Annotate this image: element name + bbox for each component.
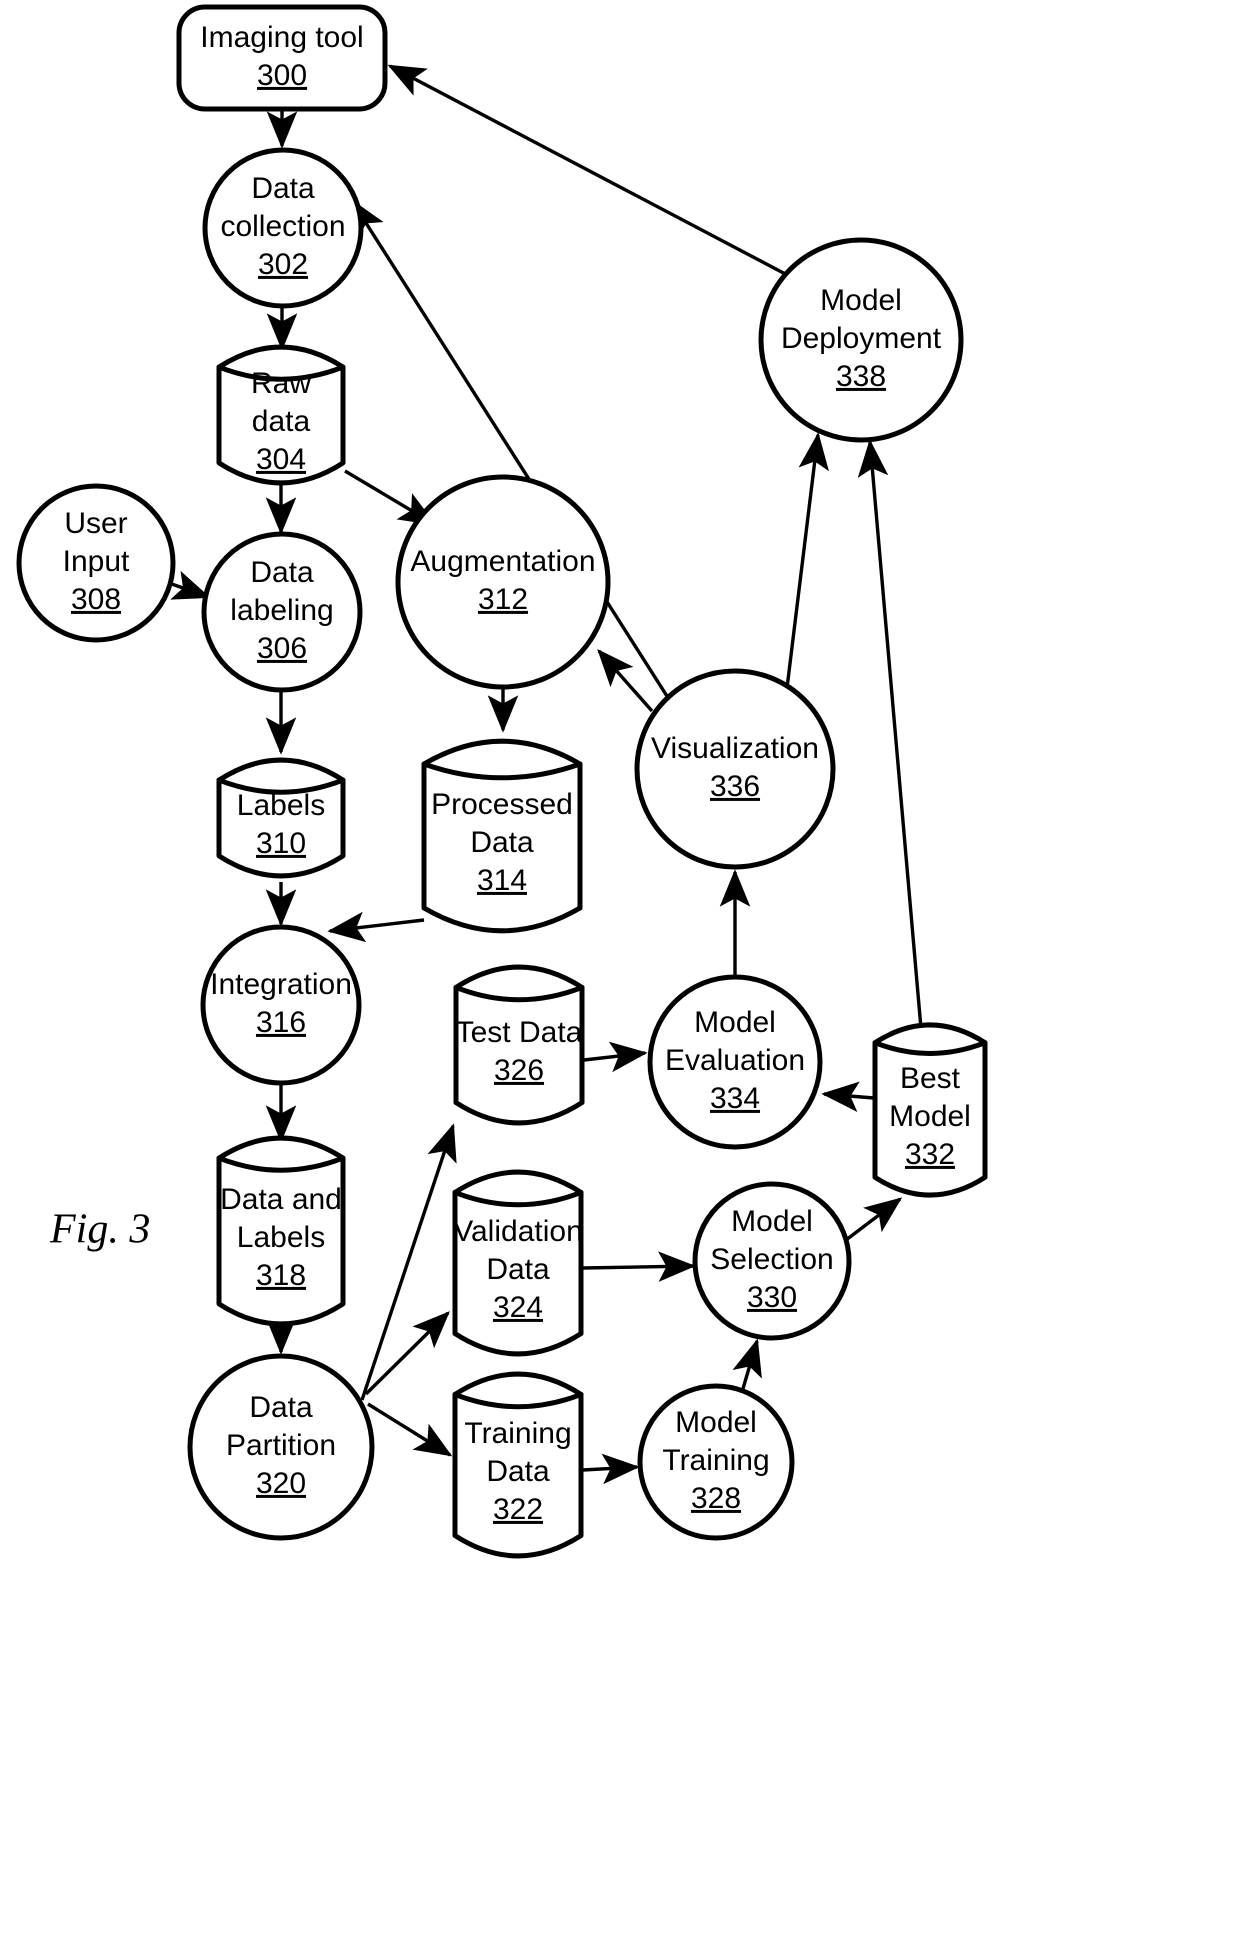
node-data_and_labels[interactable]: Data and Labels 318	[216, 1135, 346, 1327]
edge-test_data-to-model_evaluation	[583, 1041, 648, 1073]
node-label-data_collection: collection	[220, 210, 345, 243]
node-label-model_deployment: Model	[820, 284, 902, 317]
node-label-processed_data: Processed	[431, 788, 573, 821]
edge-model_evaluation-to-model_deployment	[857, 439, 924, 1041]
edge-validation_data-to-model_selection	[582, 1251, 696, 1282]
node-model_evaluation[interactable]: Model Evaluation 334	[647, 974, 823, 1150]
node-model_deployment[interactable]: Model Deployment 338	[758, 237, 964, 443]
node-label-labels: Labels	[237, 789, 325, 822]
node-training_data[interactable]: Training Data 322	[452, 1371, 584, 1559]
edge-visualization-to-model_deployment	[785, 432, 829, 689]
flowchart-canvas: Imaging tool 300 Data collection 302 Raw data 3…	[16, 4, 988, 1559]
node-label-data_partition: Data	[249, 1391, 313, 1424]
node-ref-test_data: 326	[494, 1054, 544, 1087]
edge-data_partition-to-test_data	[360, 1123, 457, 1401]
node-label-model_selection: Model	[731, 1205, 813, 1238]
node-label-model_evaluation: Model	[694, 1006, 776, 1039]
node-imaging_tool[interactable]: Imaging tool 300	[176, 4, 388, 112]
node-ref-validation_data: 324	[493, 1291, 543, 1324]
node-ref-data_labeling: 306	[257, 632, 307, 665]
node-label-data_labeling: Data	[250, 556, 314, 589]
node-data_labeling[interactable]: Data labeling 306	[201, 531, 363, 693]
node-visualization[interactable]: Visualization 336	[634, 668, 836, 870]
node-processed_data[interactable]: Processed Data 314	[421, 738, 583, 934]
node-label-imaging_tool: Imaging tool	[200, 21, 363, 54]
node-model_selection[interactable]: Model Selection 330	[692, 1181, 852, 1341]
node-ref-labels: 310	[256, 827, 306, 860]
node-ref-model_training: 328	[691, 1482, 741, 1515]
node-test_data[interactable]: Test Data 326	[453, 964, 585, 1126]
node-ref-data_collection: 302	[258, 248, 308, 281]
node-ref-model_selection: 330	[747, 1281, 797, 1314]
node-label-augmentation: Augmentation	[410, 545, 595, 578]
node-label-data_partition: Partition	[226, 1429, 336, 1462]
node-integration[interactable]: Integration 316	[200, 924, 362, 1086]
edge-best_model-to-model_evaluation	[821, 1081, 875, 1113]
edge-model_training-to-model_selection	[732, 1338, 762, 1393]
node-label-user_input: Input	[63, 545, 130, 578]
node-validation_data[interactable]: Validation Data 324	[452, 1169, 584, 1357]
node-label-model_selection: Selection	[710, 1243, 833, 1276]
node-label-data_collection: Data	[251, 172, 315, 205]
node-raw_data[interactable]: Raw data 304	[216, 344, 346, 486]
node-label-user_input: User	[64, 507, 127, 540]
edge-user_input-to-data_labeling	[168, 570, 211, 600]
patent-figure-3: Imaging tool 300 Data collection 302 Raw data 3…	[0, 0, 1240, 1942]
node-data_partition[interactable]: Data Partition 320	[187, 1353, 375, 1541]
node-label-raw_data: Raw	[251, 367, 311, 400]
edge-model_selection-to-best_model	[844, 1197, 903, 1242]
node-label-integration: Integration	[210, 968, 352, 1001]
node-ref-training_data: 322	[493, 1493, 543, 1526]
node-ref-data_and_labels: 318	[256, 1259, 306, 1292]
node-label-validation_data: Validation	[453, 1215, 583, 1248]
node-data_collection[interactable]: Data collection 302	[202, 147, 364, 309]
edge-data_partition-to-training_data	[367, 1402, 453, 1457]
node-ref-processed_data: 314	[477, 864, 527, 897]
node-label-data_labeling: labeling	[230, 594, 333, 627]
node-label-data_and_labels: Data and	[220, 1183, 342, 1216]
node-augmentation[interactable]: Augmentation 312	[395, 474, 611, 690]
node-labels[interactable]: Labels 310	[216, 757, 346, 879]
node-ref-visualization: 336	[710, 770, 760, 803]
node-ref-user_input: 308	[71, 583, 121, 616]
figure-caption: Fig. 3	[49, 1207, 150, 1253]
edge-model_deployment-to-imaging_tool	[387, 64, 794, 280]
node-ref-best_model: 332	[905, 1138, 955, 1171]
node-label-model_deployment: Deployment	[781, 322, 942, 355]
node-ref-augmentation: 312	[478, 583, 528, 616]
node-ref-model_evaluation: 334	[710, 1082, 760, 1115]
node-label-best_model: Model	[889, 1100, 971, 1133]
node-ref-raw_data: 304	[256, 443, 306, 476]
node-label-model_training: Training	[662, 1444, 769, 1477]
node-best_model[interactable]: Best Model 332	[872, 1022, 988, 1198]
node-label-test_data: Test Data	[456, 1016, 583, 1049]
edge-training_data-to-model_training	[582, 1453, 640, 1485]
node-label-data_and_labels: Labels	[237, 1221, 325, 1254]
node-ref-imaging_tool: 300	[257, 59, 307, 92]
node-label-model_evaluation: Evaluation	[665, 1044, 805, 1077]
node-ref-model_deployment: 338	[836, 360, 886, 393]
node-label-validation_data: Data	[486, 1253, 550, 1286]
node-label-raw_data: data	[252, 405, 311, 438]
edge-processed_data-to-integration	[327, 911, 425, 943]
node-layer: Imaging tool 300 Data collection 302 Raw data 3…	[16, 4, 988, 1559]
node-label-best_model: Best	[900, 1062, 961, 1095]
node-model_training[interactable]: Model Training 328	[637, 1383, 795, 1541]
node-label-visualization: Visualization	[651, 732, 819, 765]
node-label-model_training: Model	[675, 1406, 757, 1439]
node-label-processed_data: Data	[470, 826, 534, 859]
node-ref-integration: 316	[256, 1006, 306, 1039]
node-user_input[interactable]: User Input 308	[16, 483, 176, 643]
node-label-training_data: Training	[464, 1417, 571, 1450]
node-ref-data_partition: 320	[256, 1467, 306, 1500]
node-label-training_data: Data	[486, 1455, 550, 1488]
